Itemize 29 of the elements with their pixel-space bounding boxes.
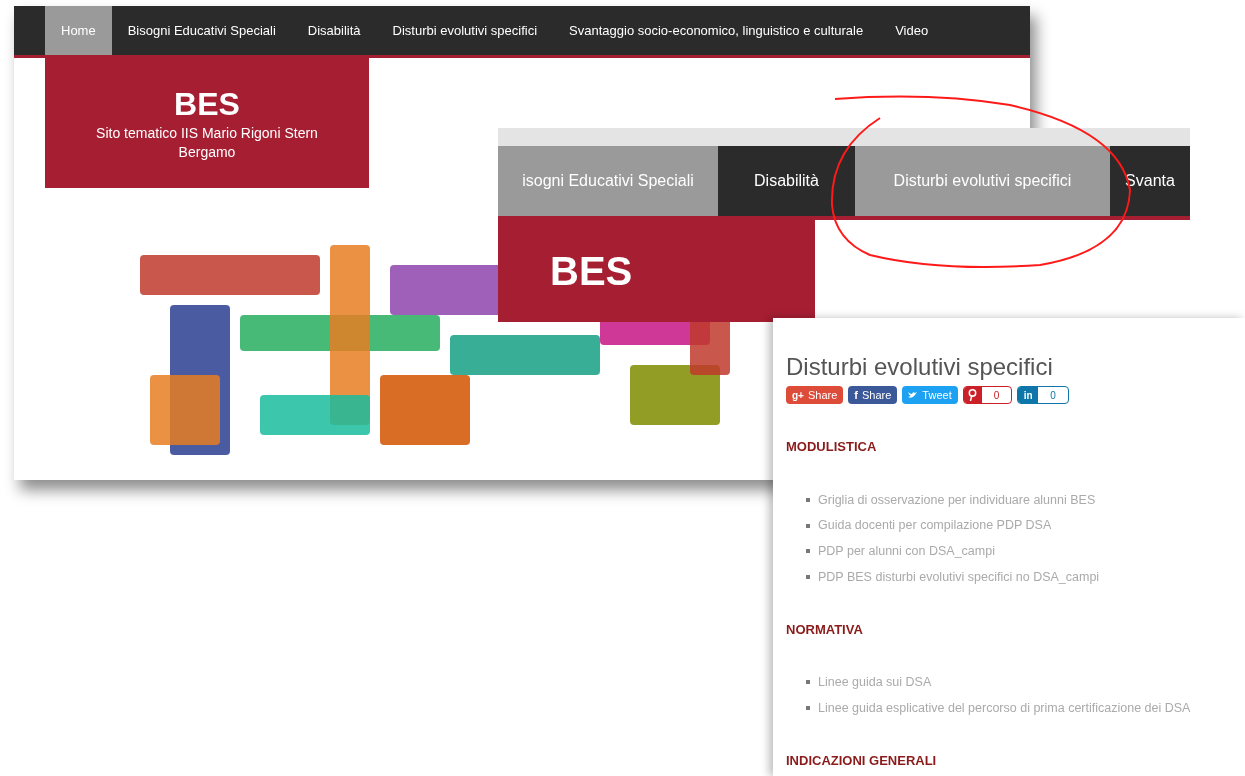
- bullet-icon: [806, 549, 810, 554]
- document-link[interactable]: PDP per alunni con DSA_campi: [818, 542, 995, 561]
- bullet-icon: [806, 706, 810, 711]
- section-heading: NORMATIVA: [786, 620, 864, 639]
- pin-icon: [968, 389, 978, 401]
- share-button[interactable]: g+ Share: [786, 386, 844, 404]
- article-title: Disturbi evolutivi specifici: [786, 352, 1054, 382]
- site-title: BES: [550, 248, 633, 295]
- section-heading: INDICAZIONI GENERALI: [786, 751, 938, 770]
- bullet-icon: [806, 523, 810, 528]
- document-link[interactable]: PDP BES disturbi evolutivi specifici no DSA_campi: [818, 567, 1100, 587]
- linkedin-button[interactable]: in 0: [1017, 386, 1069, 404]
- document-link[interactable]: Griglia di osservazione per individuare alunni BES: [818, 490, 1096, 510]
- nav-tab[interactable]: isogni Educativi Speciali: [498, 146, 718, 216]
- document-link[interactable]: Linee guida esplicative del percorso di prima certificazione dei DSA: [818, 698, 1191, 718]
- bullet-icon: [806, 680, 810, 685]
- bird-icon: [908, 391, 919, 399]
- site-subtitle: Sito tematico IIS Mario Rigoni Stern Bergamo: [95, 123, 319, 162]
- document-link[interactable]: Guida docenti per compilazione PDP DSA: [818, 516, 1052, 535]
- nav-tab[interactable]: Disturbi evolutivi specifici: [855, 146, 1110, 216]
- document-link[interactable]: Linee guida sui DSA: [818, 673, 932, 692]
- site-title: BES: [174, 84, 240, 124]
- pin-button[interactable]: 0: [962, 386, 1013, 404]
- share-button[interactable]: f Share: [848, 386, 898, 404]
- nav-tab[interactable]: Home: [45, 6, 112, 55]
- tweet-button[interactable]: Tweet: [902, 386, 958, 404]
- bullet-icon: [806, 497, 810, 502]
- bullet-icon: [806, 575, 810, 580]
- section-heading: MODULISTICA: [786, 438, 878, 456]
